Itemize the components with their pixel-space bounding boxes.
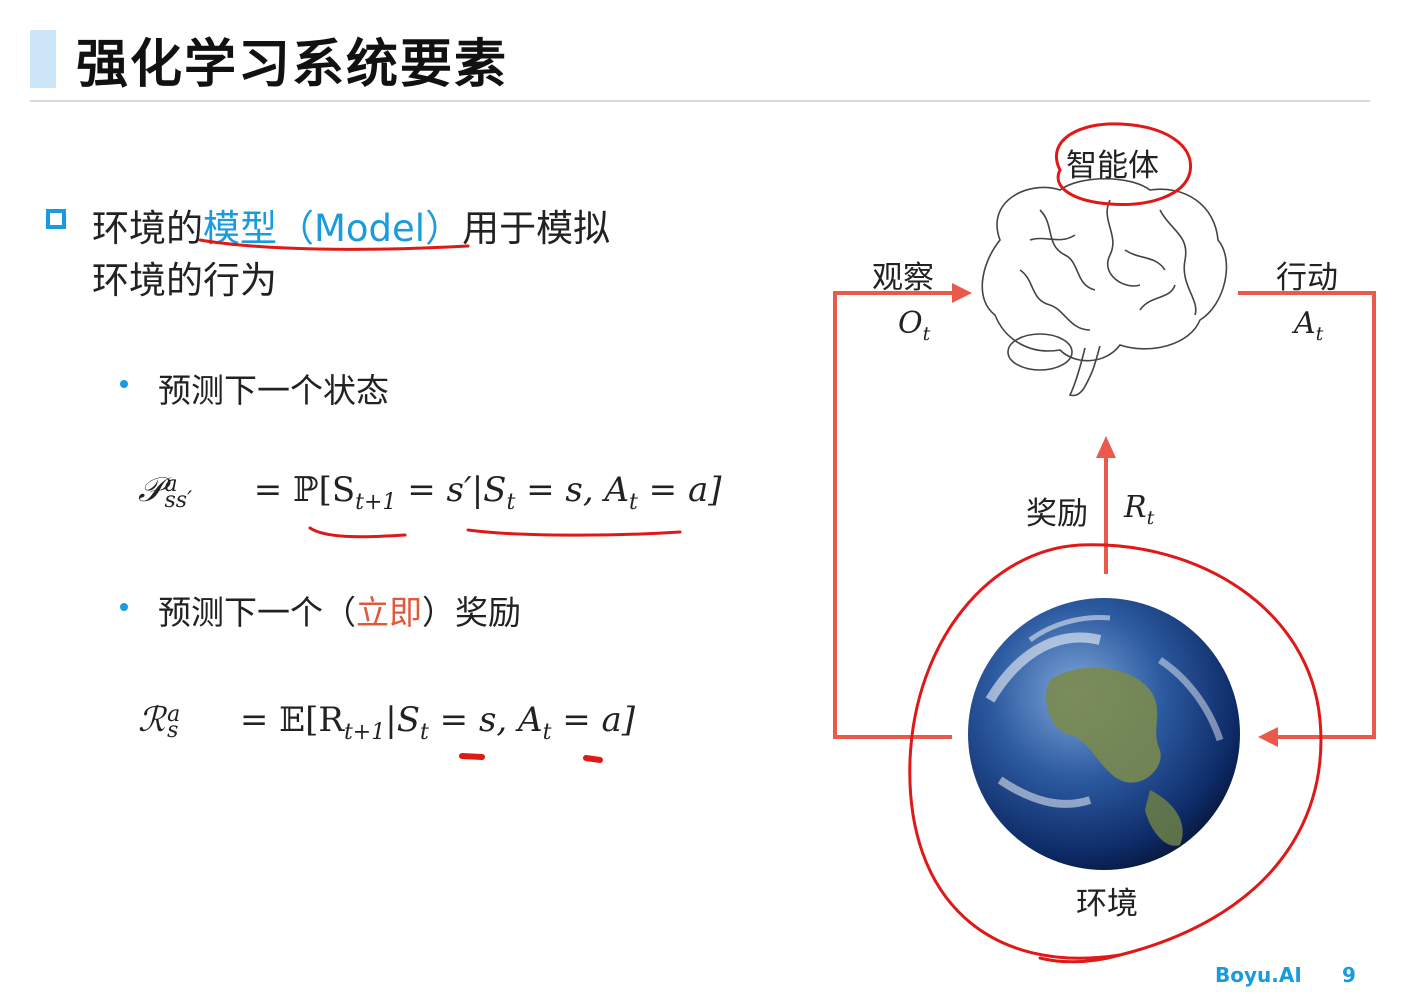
action-arrowhead bbox=[1258, 727, 1278, 747]
reward-label: 奖励 bbox=[1026, 496, 1088, 532]
action-symbol: At bbox=[1294, 306, 1324, 345]
variable-mark-annotations bbox=[459, 753, 603, 763]
page-number: 9 bbox=[1342, 963, 1356, 987]
observation-arrow bbox=[833, 291, 955, 739]
observe-label: 观察 bbox=[872, 260, 934, 296]
condition-underline-annotation bbox=[466, 528, 682, 537]
environment-label: 环境 bbox=[1076, 886, 1138, 922]
action-arrow bbox=[1238, 291, 1376, 739]
footer-brand: Boyu.AI bbox=[1215, 963, 1302, 987]
reward-symbol: Rt bbox=[1124, 490, 1155, 529]
earth-icon bbox=[968, 598, 1240, 870]
reward-arrow bbox=[1096, 436, 1116, 574]
agent-label: 智能体 bbox=[1066, 148, 1159, 184]
observe-symbol: Ot bbox=[898, 306, 931, 345]
observation-arrowhead bbox=[952, 283, 972, 303]
model-underline-annotation bbox=[198, 238, 470, 251]
action-label: 行动 bbox=[1276, 260, 1338, 296]
agent-environment-diagram bbox=[198, 122, 1376, 964]
next-state-underline-annotation bbox=[308, 526, 407, 539]
brain-icon bbox=[981, 177, 1228, 397]
